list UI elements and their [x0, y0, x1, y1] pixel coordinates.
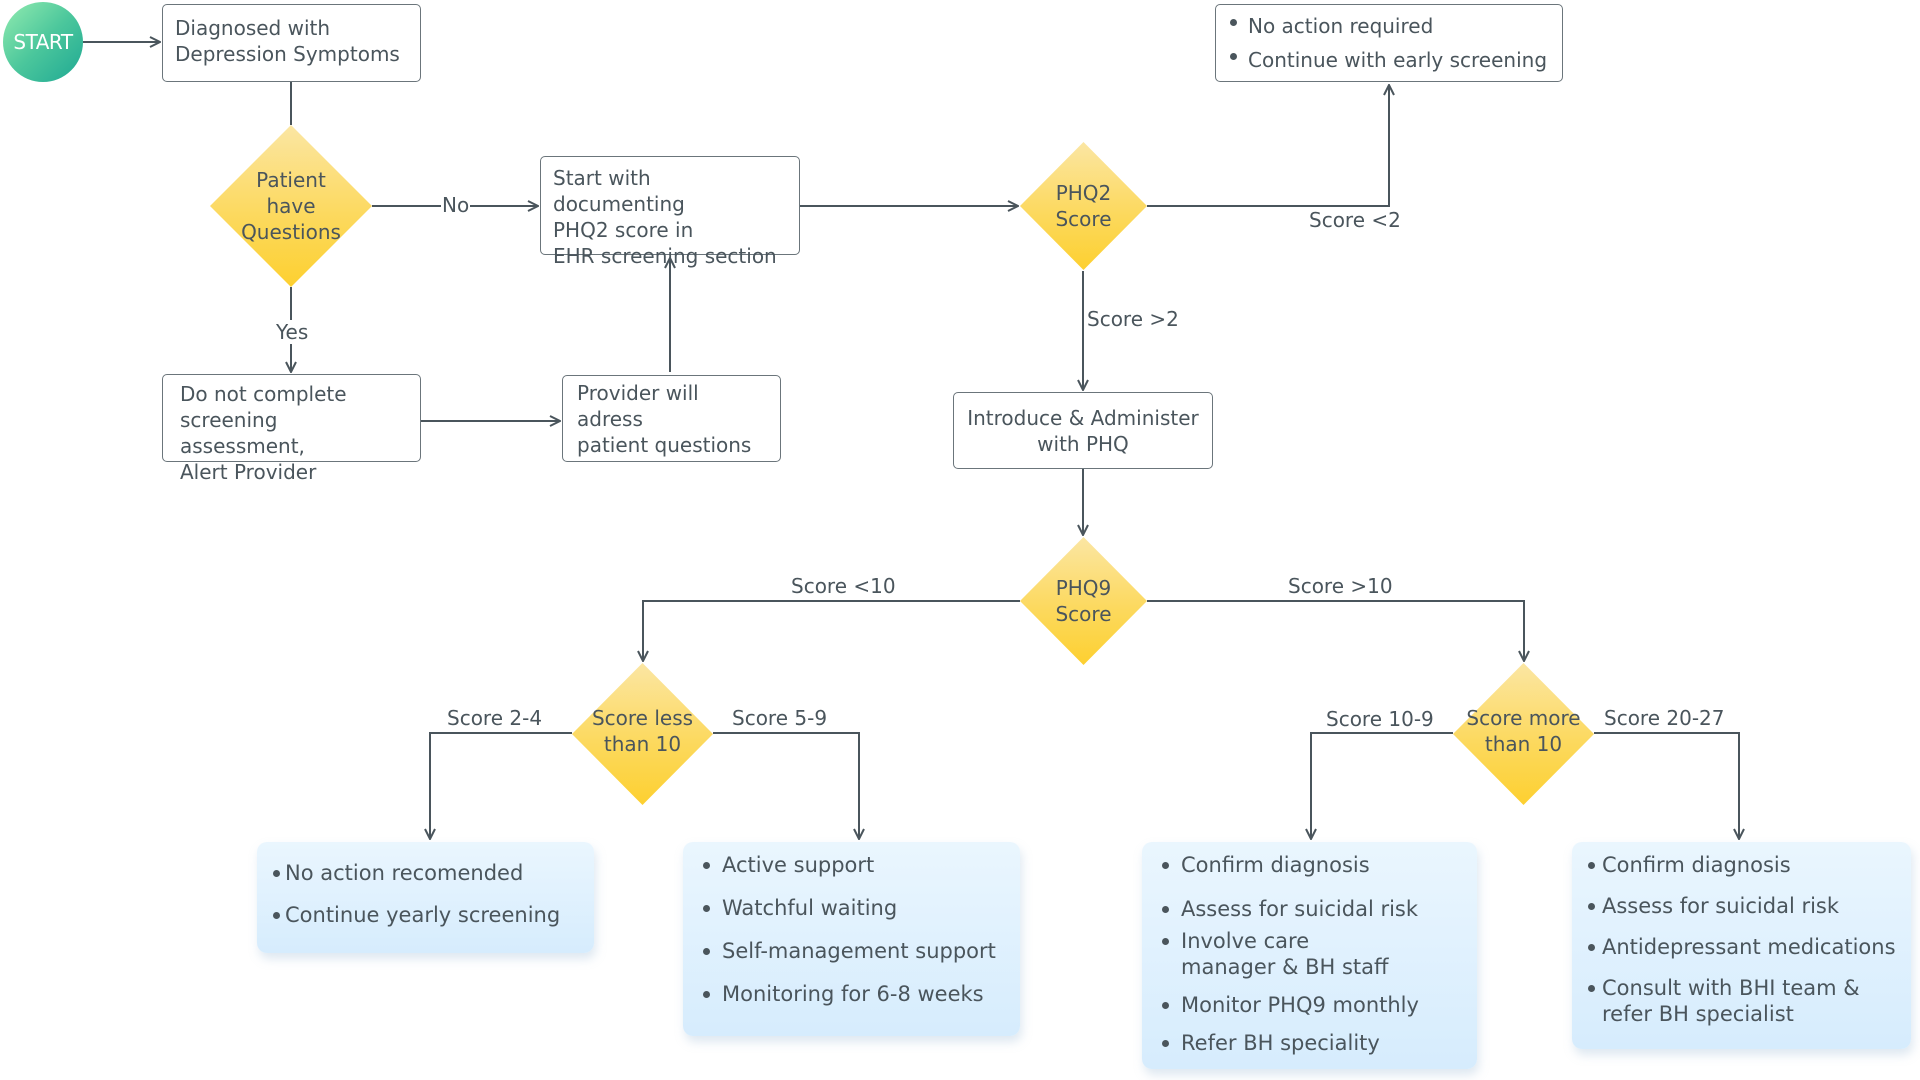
phq2-line-2: Score: [1055, 207, 1112, 231]
score-less-10-decision: Score less than 10: [572, 663, 713, 805]
phq2-line-1: PHQ2: [1055, 181, 1112, 205]
documenting-line-2: PHQ2 score in: [553, 218, 694, 242]
edge-gt10-10-19: [1311, 732, 1453, 839]
edge-gt10-20-27: [1594, 732, 1739, 839]
outcome-item: Refer BH speciality: [1158, 1030, 1461, 1056]
start-label: START: [13, 30, 73, 54]
outcome-item: Continue yearly screening: [269, 902, 582, 928]
do-not-complete-line-2: screening assessment,: [180, 408, 305, 458]
outcome-item: Consult with BHI team & refer BH special…: [1584, 975, 1862, 1027]
outcome-item: Self-management support: [699, 938, 1004, 964]
patient-questions-line-1: Patient: [256, 168, 326, 192]
phq9-line-1: PHQ9: [1055, 576, 1112, 600]
edge-label-no: No: [441, 193, 471, 217]
edge-phq2-lt2: [1147, 85, 1389, 207]
provider-address-line-2: patient questions: [577, 432, 752, 457]
documenting-line-3: EHR screening section: [553, 244, 777, 268]
score-less-10-line-2: than 10: [603, 732, 682, 756]
outcome-card-score-5-9: Active support Watchful waiting Self-man…: [683, 842, 1020, 1036]
outcome-card-score-2-4: No action recomended Continue yearly scr…: [257, 842, 594, 953]
introduce-node: Introduce & Administer with PHQ: [953, 392, 1213, 469]
outcome-item: Confirm diagnosis: [1584, 852, 1899, 878]
phq9-decision: PHQ9 Score: [1020, 537, 1147, 665]
edge-label-yes: Yes: [275, 320, 310, 344]
outcome-item: Active support: [699, 852, 1004, 878]
edge-label-score-lt-10: Score <10: [791, 574, 896, 598]
edge-label-score-gt-2: Score >2: [1087, 307, 1179, 331]
start-node: START: [3, 2, 83, 82]
introduce-line-2: with PHQ: [1037, 431, 1129, 456]
edge-lt10-2-4: [430, 732, 572, 839]
outcome-item: Monitoring for 6-8 weeks: [699, 981, 1004, 1007]
score-more-10-decision: Score more than 10: [1453, 663, 1594, 805]
phq9-line-2: Score: [1055, 602, 1112, 626]
edge-label-score-gt-10: Score >10: [1288, 574, 1393, 598]
provider-address-line-1: Provider will adress: [577, 380, 699, 431]
edge-label-score-10-9: Score 10-9: [1326, 707, 1434, 731]
edge-label-score-lt-2: Score <2: [1309, 208, 1401, 232]
no-action-required-node: No action required Continue with early s…: [1215, 4, 1563, 82]
outcome-item: Antidepressant medications: [1584, 934, 1899, 960]
introduce-line-1: Introduce & Administer: [967, 405, 1199, 430]
outcome-item: Monitor PHQ9 monthly: [1158, 992, 1461, 1018]
edge-phq9-gt10: [1147, 600, 1524, 661]
outcome-item: Assess for suicidal risk: [1158, 896, 1461, 922]
score-less-10-line-1: Score less: [591, 706, 694, 730]
outcome-item: No action recomended: [269, 860, 582, 886]
outcome-item: Assess for suicidal risk: [1584, 893, 1899, 919]
outcome-item: Confirm diagnosis: [1158, 852, 1461, 878]
edge-phq9-lt10: [643, 600, 1020, 661]
outcome-item: Involve care manager & BH staff: [1158, 928, 1401, 980]
phq2-decision: PHQ2 Score: [1020, 142, 1147, 270]
outcome-card-score-20-27: Confirm diagnosis Assess for suicidal ri…: [1572, 842, 1911, 1049]
edge-label-score-20-27: Score 20-27: [1604, 706, 1725, 730]
patient-questions-decision: Patient have Questions: [210, 125, 372, 287]
patient-questions-line-2: have: [266, 194, 316, 218]
outcome-item: Watchful waiting: [699, 895, 1004, 921]
score-more-10-line-2: than 10: [1484, 732, 1563, 756]
no-action-required-item: Continue with early screening: [1226, 43, 1552, 77]
do-not-complete-node: Do not complete screening assessment, Al…: [162, 374, 421, 484]
diagnosed-line-2: Depression Symptoms: [175, 42, 400, 66]
do-not-complete-line-1: Do not complete: [180, 382, 347, 406]
score-more-10-line-1: Score more: [1466, 706, 1581, 730]
do-not-complete-line-3: Alert Provider: [180, 460, 317, 484]
provider-address-node: Provider will adress patient questions: [562, 375, 781, 462]
diagnosed-node: Diagnosed with Depression Symptoms: [162, 4, 421, 82]
no-action-required-item: No action required: [1226, 9, 1552, 43]
outcome-card-score-10-19: Confirm diagnosis Assess for suicidal ri…: [1142, 842, 1477, 1069]
patient-questions-line-3: Questions: [241, 220, 341, 244]
diagnosed-line-1: Diagnosed with: [175, 16, 331, 40]
edge-label-score-5-9: Score 5-9: [732, 706, 828, 730]
documenting-node: Start with documenting PHQ2 score in EHR…: [540, 156, 800, 268]
edge-lt10-5-9: [713, 732, 859, 839]
documenting-line-1: Start with documenting: [553, 166, 685, 216]
edge-label-score-2-4: Score 2-4: [447, 706, 543, 730]
